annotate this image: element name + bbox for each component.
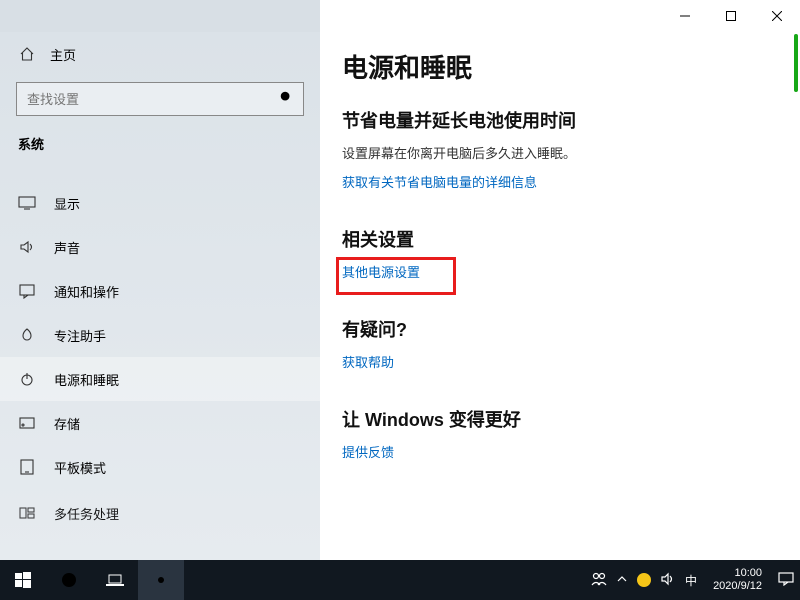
maximize-button[interactable] bbox=[708, 0, 754, 32]
sidebar-item-label: 多任务处理 bbox=[54, 504, 119, 523]
storage-icon bbox=[18, 414, 36, 432]
power-icon bbox=[18, 370, 36, 388]
minimize-button[interactable] bbox=[662, 0, 708, 32]
start-button[interactable] bbox=[0, 560, 46, 600]
sidebar-item-sound[interactable]: 声音 bbox=[0, 225, 320, 269]
question-link[interactable]: 获取帮助 bbox=[342, 352, 394, 371]
display-icon bbox=[18, 194, 36, 212]
tray-chevron-icon[interactable] bbox=[617, 574, 627, 586]
search-input[interactable] bbox=[27, 92, 279, 107]
save-energy-link[interactable]: 获取有关节省电脑电量的详细信息 bbox=[342, 172, 537, 191]
question-heading: 有疑问? bbox=[342, 316, 800, 342]
sidebar-item-label: 存储 bbox=[54, 414, 80, 433]
search-icon bbox=[279, 90, 293, 109]
sidebar-item-power[interactable]: 电源和睡眠 bbox=[0, 357, 320, 401]
sidebar-item-label: 专注助手 bbox=[54, 326, 106, 345]
sidebar-item-storage[interactable]: 存储 bbox=[0, 401, 320, 445]
improve-heading: 让 Windows 变得更好 bbox=[342, 406, 800, 432]
save-energy-heading: 节省电量并延长电池使用时间 bbox=[342, 107, 800, 133]
sidebar-item-display[interactable]: 显示 bbox=[0, 181, 320, 225]
people-icon[interactable] bbox=[591, 572, 607, 589]
taskbar-date: 2020/9/12 bbox=[713, 580, 762, 593]
sidebar-item-label: 声音 bbox=[54, 238, 80, 257]
home-icon bbox=[18, 45, 36, 63]
sidebar-section-label: 系统 bbox=[0, 128, 320, 163]
sidebar-item-notifications[interactable]: 通知和操作 bbox=[0, 269, 320, 313]
improve-link[interactable]: 提供反馈 bbox=[342, 442, 394, 461]
taskview-button[interactable] bbox=[92, 560, 138, 600]
multitask-icon bbox=[18, 504, 36, 522]
sound-icon bbox=[18, 238, 36, 256]
sidebar-item-multitask[interactable]: 多任务处理 bbox=[0, 491, 320, 535]
taskbar-settings-button[interactable] bbox=[138, 560, 184, 600]
search-input-wrap[interactable] bbox=[16, 82, 304, 116]
security-icon[interactable] bbox=[637, 573, 651, 587]
taskbar: 中 10:00 2020/9/12 bbox=[0, 560, 800, 600]
focus-icon bbox=[18, 326, 36, 344]
sidebar-item-label: 通知和操作 bbox=[54, 282, 119, 301]
sidebar-item-tablet[interactable]: 平板模式 bbox=[0, 445, 320, 489]
taskbar-clock[interactable]: 10:00 2020/9/12 bbox=[707, 567, 768, 593]
sidebar-item-focus[interactable]: 专注助手 bbox=[0, 313, 320, 357]
related-link[interactable]: 其他电源设置 bbox=[342, 262, 420, 281]
cortana-button[interactable] bbox=[46, 560, 92, 600]
taskbar-time: 10:00 bbox=[713, 567, 762, 580]
sidebar-home[interactable]: 主页 bbox=[0, 32, 320, 76]
notifications-icon bbox=[18, 282, 36, 300]
sidebar-item-label: 显示 bbox=[54, 194, 80, 213]
related-heading: 相关设置 bbox=[342, 226, 800, 252]
ime-indicator[interactable]: 中 bbox=[685, 572, 697, 589]
action-center-icon[interactable] bbox=[778, 572, 794, 589]
save-energy-desc: 设置屏幕在你离开电脑后多久进入睡眠。 bbox=[342, 143, 800, 162]
sidebar-home-label: 主页 bbox=[50, 45, 76, 64]
sidebar-item-label: 平板模式 bbox=[54, 458, 106, 477]
page-title: 电源和睡眠 bbox=[342, 48, 800, 85]
close-button[interactable] bbox=[754, 0, 800, 32]
tablet-icon bbox=[18, 458, 36, 476]
volume-icon[interactable] bbox=[661, 572, 675, 589]
sidebar-item-label: 电源和睡眠 bbox=[54, 370, 119, 389]
